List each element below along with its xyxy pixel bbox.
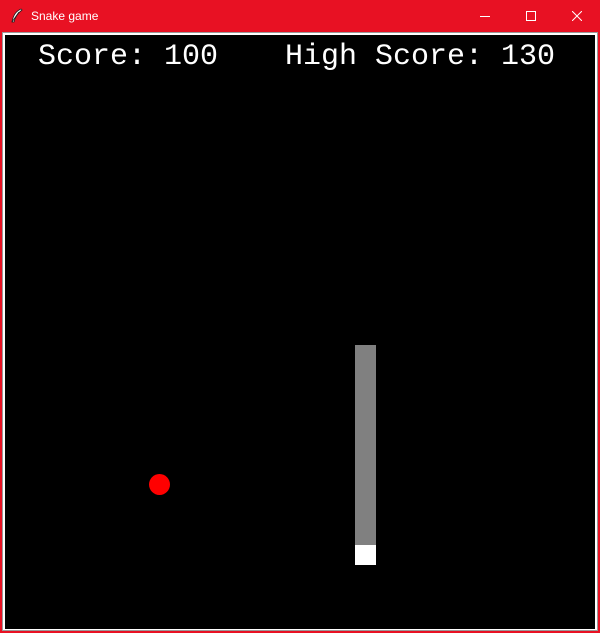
- score-label: Score: 100: [38, 40, 219, 74]
- game-canvas[interactable]: Score: 100 High Score: 130: [5, 35, 595, 629]
- high-score-label: High Score: 130: [285, 40, 556, 74]
- title-bar[interactable]: Snake game: [0, 0, 600, 32]
- app-window: Snake game Score: 100 High Score: 130: [0, 0, 600, 633]
- close-icon: [572, 11, 582, 21]
- close-button[interactable]: [554, 0, 600, 32]
- feather-icon: [11, 8, 23, 23]
- minimize-icon: [480, 16, 490, 17]
- snake-head: [355, 545, 376, 565]
- food-apple: [149, 474, 170, 495]
- snake-body: [355, 345, 376, 545]
- maximize-button[interactable]: [508, 0, 554, 32]
- maximize-icon: [526, 11, 536, 21]
- minimize-button[interactable]: [462, 0, 508, 32]
- window-title: Snake game: [31, 9, 99, 23]
